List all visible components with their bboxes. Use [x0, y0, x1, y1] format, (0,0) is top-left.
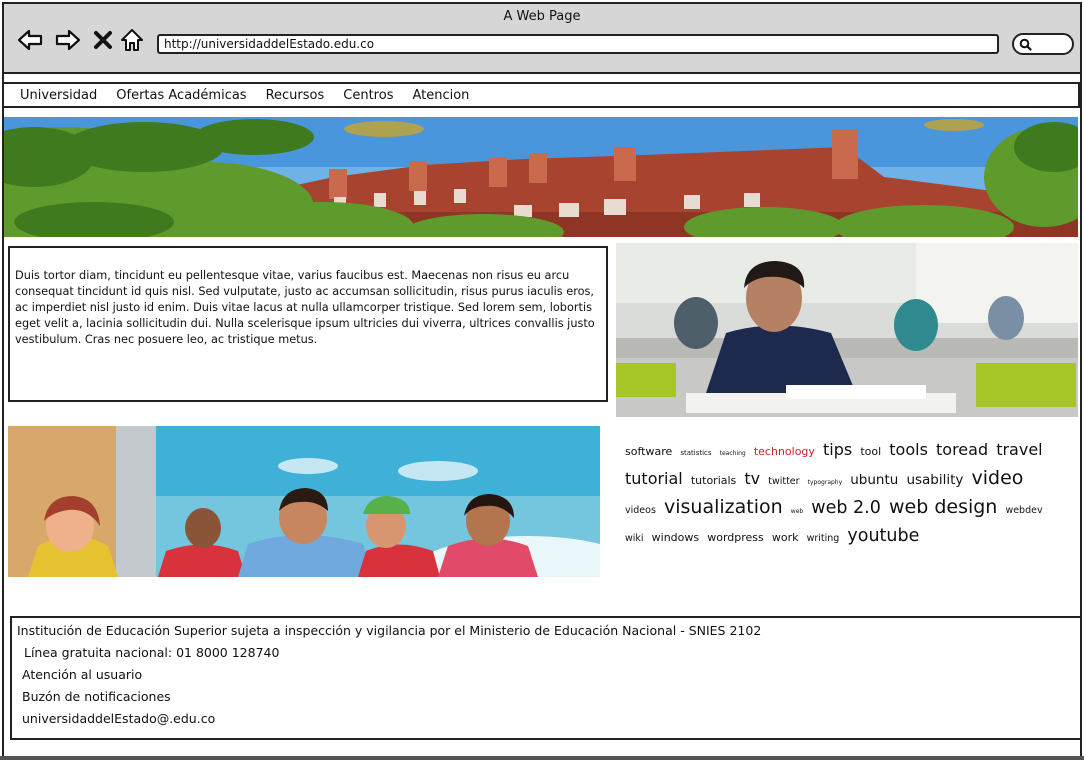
footer-email-link[interactable]: universidaddelEstado@.edu.co	[17, 708, 1080, 730]
tag-link[interactable]: twitter	[768, 476, 799, 487]
footer-attention-link[interactable]: Atención al usuario	[17, 664, 1080, 686]
tag-link[interactable]: tutorials	[691, 474, 736, 487]
menu-item-centros[interactable]: Centros	[343, 88, 393, 103]
tag-link[interactable]: web design	[889, 496, 997, 518]
footer-mailbox-link[interactable]: Buzón de notificaciones	[17, 686, 1080, 708]
intro-paragraph: Duis tortor diam, tincidunt eu pellentes…	[15, 269, 595, 346]
forward-arrow-icon[interactable]	[54, 26, 82, 54]
tag-link[interactable]: statistics	[680, 449, 711, 457]
menu-item-atencion[interactable]: Atencion	[412, 88, 469, 103]
tag-link[interactable]: tutorial	[625, 469, 683, 488]
tag-link[interactable]: tips	[823, 440, 852, 459]
footer-institution-text: Institución de Educación Superior sujeta…	[17, 623, 762, 638]
menu-item-ofertas[interactable]: Ofertas Académicas	[116, 88, 246, 103]
tag-link[interactable]: technology	[754, 445, 815, 458]
window-title: A Web Page	[503, 9, 581, 24]
tag-link[interactable]: tools	[889, 440, 928, 459]
back-arrow-icon[interactable]	[16, 26, 44, 54]
browser-chrome: A Web Page http://universidaddelEstado.e…	[4, 4, 1080, 74]
tag-link[interactable]: youtube	[847, 526, 919, 546]
tag-link[interactable]: travel	[996, 440, 1042, 459]
tag-link[interactable]: writing	[807, 533, 840, 544]
tag-link[interactable]: work	[772, 531, 799, 544]
students-illustration	[8, 426, 600, 577]
menu-item-universidad[interactable]: Universidad	[20, 88, 97, 103]
tag-link[interactable]: teaching	[720, 450, 746, 457]
tag-link[interactable]: tv	[744, 469, 760, 488]
tag-link[interactable]: toread	[936, 440, 988, 459]
tag-link[interactable]: visualization	[664, 496, 783, 518]
tag-link[interactable]: ubuntu	[850, 472, 898, 488]
close-icon[interactable]	[92, 26, 114, 54]
tag-link[interactable]: wordpress	[707, 531, 764, 544]
tag-link[interactable]: web 2.0	[811, 498, 881, 518]
tag-cloud: software statistics teaching technology …	[625, 438, 1065, 551]
tag-link[interactable]: software	[625, 445, 672, 458]
footer: Institución de Educación Superior sujeta…	[10, 616, 1082, 740]
tag-link[interactable]: usability	[906, 472, 963, 488]
student-photo	[616, 243, 1078, 417]
menu-item-recursos[interactable]: Recursos	[266, 88, 325, 103]
hero-image	[4, 117, 1078, 237]
main-menu: Universidad Ofertas Académicas Recursos …	[2, 82, 1080, 108]
browser-search[interactable]	[1012, 33, 1074, 55]
tag-link[interactable]: windows	[652, 531, 699, 544]
home-icon[interactable]	[118, 26, 146, 54]
intro-text-box: Duis tortor diam, tincidunt eu pellentes…	[8, 246, 608, 402]
tag-link[interactable]: web	[791, 508, 803, 515]
search-icon	[1019, 38, 1032, 51]
tag-link[interactable]: webdev	[1005, 505, 1042, 516]
tag-link[interactable]: typography	[808, 479, 843, 486]
tag-link[interactable]: video	[972, 467, 1024, 489]
window-bottom-edge	[0, 756, 1084, 760]
tag-link[interactable]: videos	[625, 505, 656, 516]
url-bar[interactable]: http://universidaddelEstado.edu.co	[157, 34, 999, 54]
tag-link[interactable]: tool	[860, 445, 881, 458]
footer-phone-text: Línea gratuita nacional: 01 8000 128740	[24, 645, 280, 660]
tag-link[interactable]: wiki	[625, 533, 644, 544]
